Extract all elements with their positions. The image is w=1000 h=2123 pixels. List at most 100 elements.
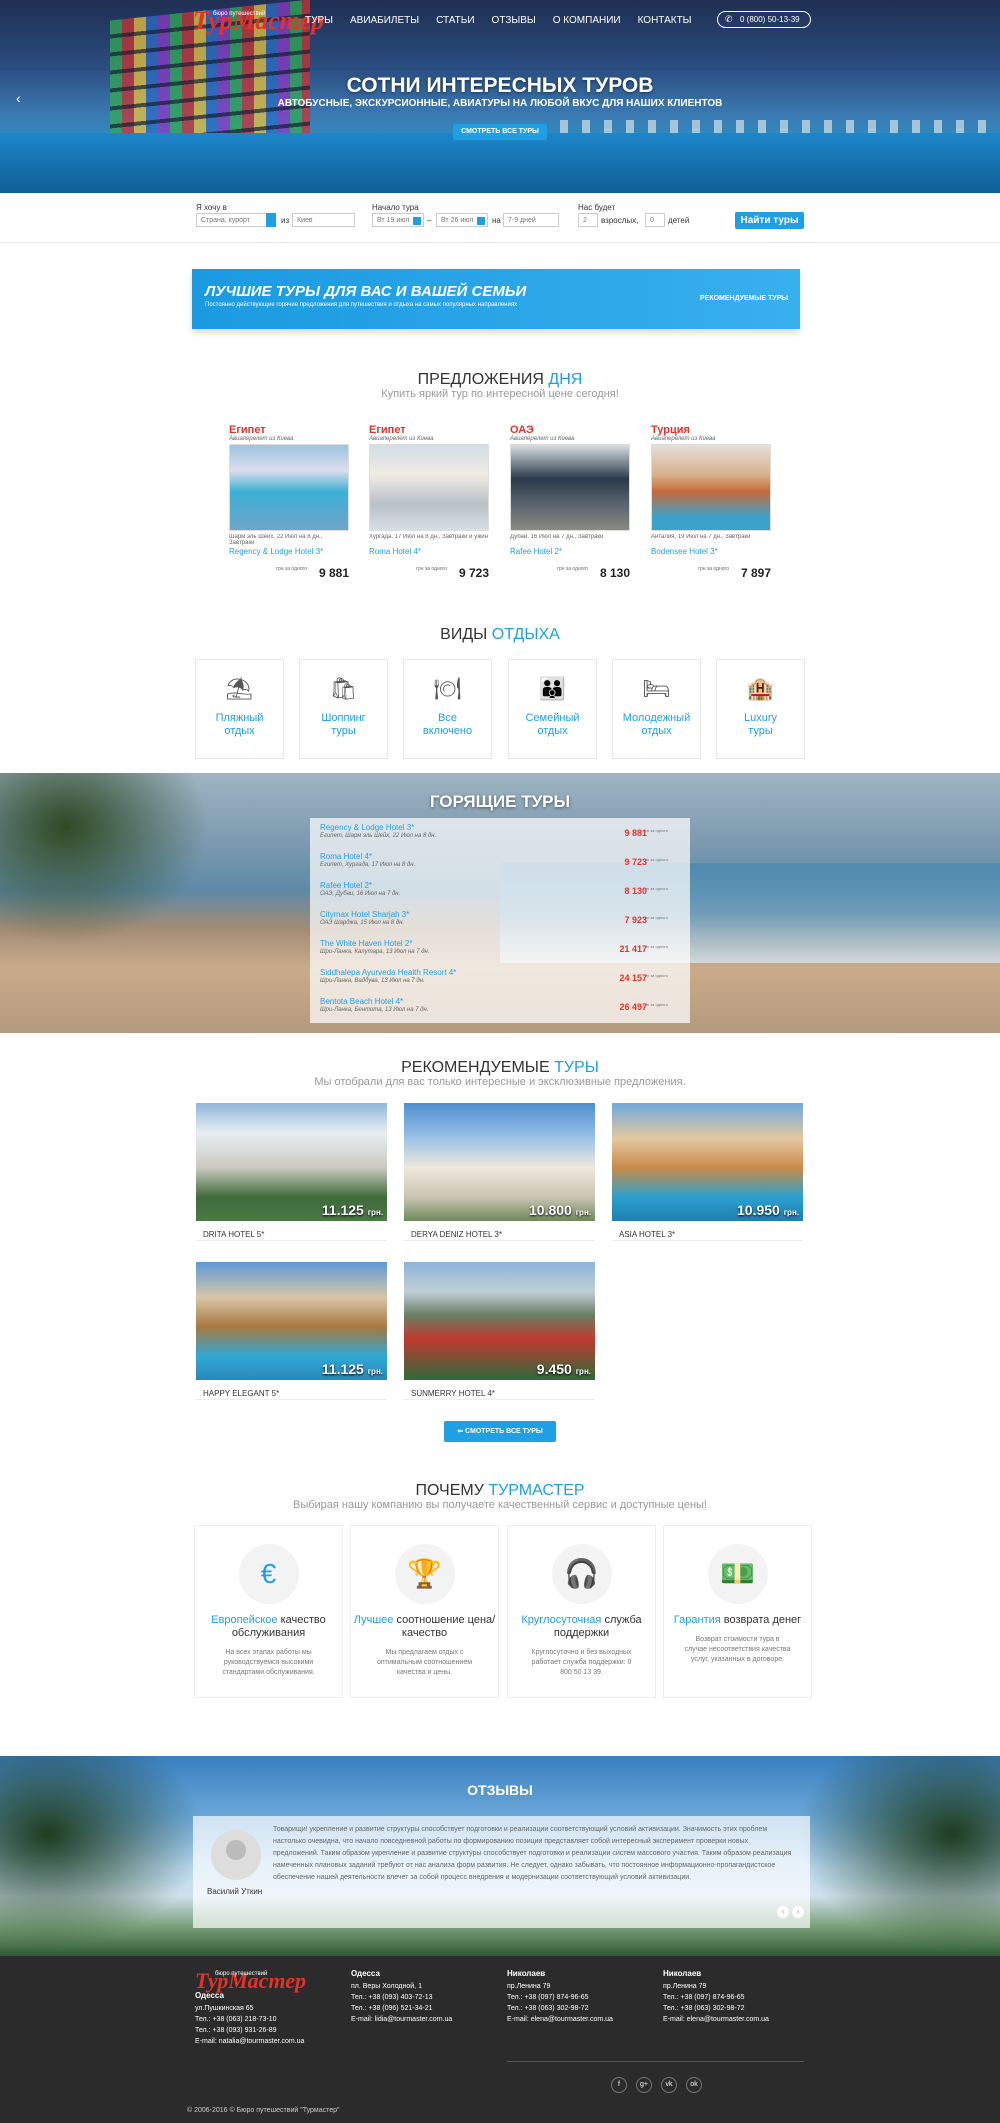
search-bar: Я хочу в Страна, курорт из Киев Начало т… xyxy=(0,193,1000,243)
destination-input[interactable]: Страна, курорт xyxy=(196,213,276,227)
hero-title: СОТНИ ИНТЕРЕСНЫХ ТУРОВ xyxy=(346,74,654,97)
offer-image[interactable] xyxy=(229,444,349,531)
hotel-icon: 🏨 xyxy=(746,676,775,701)
phone-button[interactable]: ✆ 0 (800) 50-13-39 xyxy=(717,11,811,28)
why-card: 🏆 Лучшее соотношение цена/качество Мы пред… xyxy=(350,1525,499,1698)
main-nav: ТУРЫ АВИАБИЛЕТЫ СТАТЬИ ОТЗЫВЫ О КОМПАНИИ… xyxy=(305,15,692,26)
why-card: 🎧 Круглосуточная служба поддержки Круглосу… xyxy=(507,1525,656,1698)
nav-about[interactable]: О КОМПАНИИ xyxy=(553,15,621,26)
offer-card[interactable]: Египет Авиаперелет из Киева Шарм эль Шей… xyxy=(229,424,349,580)
hot-tours-list: Regency & Lodge Hotel 3* Египет, Шарм эль… xyxy=(310,818,690,1023)
nav-flights[interactable]: АВИАБИЛЕТЫ xyxy=(350,15,419,26)
offer-card[interactable]: Турция Авиаперелет из Киева Анталия, 19 … xyxy=(651,424,771,580)
review-author: Василий Уткин xyxy=(207,1887,263,1896)
money-icon: 💵 xyxy=(707,1544,768,1604)
hot-tour-row[interactable]: Siddhalepa Ayurveda Health Resort 4* Шри-… xyxy=(320,968,680,996)
top-navigation: бюро путешествий ТурМастер ТУРЫ АВИАБИЛЕТ… xyxy=(0,0,1000,40)
offer-image[interactable] xyxy=(510,444,630,531)
see-all-tours-button[interactable]: ⇐ СМОТРЕТЬ ВСЕ ТУРЫ xyxy=(444,1421,556,1442)
google-plus-icon[interactable]: g+ xyxy=(636,2077,652,2093)
odnoklassniki-icon[interactable]: ok xyxy=(686,2077,702,2093)
hot-tour-row[interactable]: Citymax Hotel Sharjah 3* ОАЭ Шарджа, 15 И… xyxy=(320,910,680,938)
footer-contacts-odessa-1: Одесса ул.Пушкинская 65 Тел.: +38 (063) 2… xyxy=(195,1991,305,2045)
recommended-card[interactable]: 11.125 грн. DRITA HOTEL 5* xyxy=(196,1103,387,1241)
vk-icon[interactable]: vk xyxy=(661,2077,677,2093)
facebook-icon[interactable]: f xyxy=(611,2077,627,2093)
recommended-card[interactable]: 10.950 грн. ASIA HOTEL 3* xyxy=(612,1103,803,1241)
review-card: Василий Уткин Товарищи! укрепление и раз… xyxy=(193,1816,810,1928)
hero-subtitle: АВТОБУСНЫЕ, ЭКСКУРСИОННЫЕ, АВИАТУРЫ НА Л… xyxy=(277,98,723,109)
beach-icon: ⛱ xyxy=(225,676,254,701)
avatar xyxy=(211,1830,261,1880)
calendar-icon xyxy=(413,217,421,225)
footer-contacts-nikolaev-2: Николаев пр.Ленина 79 Тел.: +38 (097) 874… xyxy=(663,1969,769,2023)
offer-card[interactable]: Египет Авиаперелет из Киева Хургада, 17 … xyxy=(369,424,489,580)
reviews-title: ОТЗЫВЫ xyxy=(467,1782,533,1798)
type-card-all-inclusive[interactable]: 🍽 Все включено xyxy=(403,659,492,759)
duration-select[interactable]: 7-9 дней xyxy=(503,213,559,227)
offer-image[interactable] xyxy=(369,444,489,531)
hotel-image: 9.450 грн. xyxy=(404,1262,595,1380)
euro-icon: € xyxy=(238,1544,299,1604)
footer-contacts-odessa-2: Одесса пл. Веры Холодной, 1 Тел.: +38 (09… xyxy=(351,1969,453,2023)
hot-tour-row[interactable]: Regency & Lodge Hotel 3* Египет, Шарм эль… xyxy=(320,823,680,851)
best-tours-banner[interactable]: ЛУЧШИЕ ТУРЫ ДЛЯ ВАС И ВАШЕЙ СЕМЬИ Постоя… xyxy=(192,269,800,329)
hotel-image: 11.125 грн. xyxy=(196,1103,387,1221)
hot-tour-row[interactable]: Rafee Hotel 2* ОАЭ, Дубаи, 16 Июл на 7 дн… xyxy=(320,881,680,909)
headphones-icon: 🎧 xyxy=(551,1544,612,1604)
hot-tours-title: ГОРЯЩИЕ ТУРЫ xyxy=(429,792,571,811)
hot-tour-row[interactable]: Roma Hotel 4* Египет, Хургада, 17 Июл на … xyxy=(320,852,680,880)
dining-icon: 🍽 xyxy=(433,676,462,701)
footer-contacts-nikolaev-1: Николаев пр.Ленина 79 Тел.: +38 (097) 874… xyxy=(507,1969,613,2023)
trophy-icon: 🏆 xyxy=(394,1544,455,1604)
reviews-section: ОТЗЫВЫ Василий Уткин Товарищи! укреплени… xyxy=(0,1756,1000,1956)
recommended-card[interactable]: 11.125 грн. HAPPY ELEGANT 5* xyxy=(196,1262,387,1400)
recommended-card[interactable]: 9.450 грн. SUNMERRY HOTEL 4* xyxy=(404,1262,595,1400)
type-card-youth[interactable]: 🛏 Молодежный отдых xyxy=(612,659,701,759)
bed-icon: 🛏 xyxy=(642,676,671,701)
from-city-select[interactable]: Киев xyxy=(292,213,355,227)
why-card: € Европейское качество обслуживания На все… xyxy=(194,1525,343,1698)
hero-all-tours-button[interactable]: СМОТРЕТЬ ВСЕ ТУРЫ xyxy=(453,124,547,140)
hero-section: бюро путешествий ТурМастер ТУРЫ АВИАБИЛЕТ… xyxy=(0,0,1000,193)
kids-select[interactable]: 0 xyxy=(645,213,665,227)
recommended-title: РЕКОМЕНДУЕМЫЕ ТУРЫ xyxy=(401,1059,599,1076)
nav-articles[interactable]: СТАТЬИ xyxy=(436,15,474,26)
hotel-image: 11.125 грн. xyxy=(196,1262,387,1380)
hot-tour-row[interactable]: The White Haven Hotel 2* Шри-Ланка, Калут… xyxy=(320,939,680,967)
recommended-subtitle: Мы отобрали для вас только интересные и … xyxy=(314,1076,686,1088)
nav-reviews[interactable]: ОТЗЫВЫ xyxy=(492,15,536,26)
nav-contacts[interactable]: КОНТАКТЫ xyxy=(638,15,692,26)
hot-tours-section: ГОРЯЩИЕ ТУРЫ Regency & Lodge Hotel 3* Еги… xyxy=(0,773,1000,1033)
hotel-image: 10.800 грн. xyxy=(404,1103,595,1221)
footer-logo[interactable]: бюро путешествий ТурМастер xyxy=(195,1970,306,1992)
footer: бюро путешествий ТурМастер Одесса ул.Пушк… xyxy=(0,1956,1000,2123)
review-next-icon[interactable]: › xyxy=(792,1906,804,1918)
family-icon: 👪 xyxy=(538,676,567,701)
date-to-input[interactable]: Вт 26 июл xyxy=(436,213,488,227)
offer-image[interactable] xyxy=(651,444,771,531)
destination-dropdown-icon[interactable] xyxy=(266,213,276,227)
date-from-input[interactable]: Вт 19 июл xyxy=(372,213,424,227)
phone-icon: ✆ xyxy=(725,14,733,24)
adults-select[interactable]: 2 xyxy=(578,213,598,227)
review-prev-icon[interactable]: ‹ xyxy=(777,1906,789,1918)
nav-tours[interactable]: ТУРЫ xyxy=(305,15,333,26)
calendar-icon xyxy=(477,217,485,225)
type-card-beach[interactable]: ⛱ Пляжный отдых xyxy=(195,659,284,759)
recommended-card[interactable]: 10.800 грн. DERYA DENIZ HOTEL 3* xyxy=(404,1103,595,1241)
why-card: 💵 Гарантия возврата денег Возврат стоимост… xyxy=(663,1525,812,1698)
hot-tour-row[interactable]: Bentota Beach Hotel 4* Шри-Ланка, Бентота… xyxy=(320,997,680,1025)
type-card-shopping[interactable]: 🛍 Шоппинг туры xyxy=(299,659,388,759)
copyright: © 2006-2016 © Бюро путешествий "Турмасте… xyxy=(187,2107,340,2114)
hotel-image: 10.950 грн. xyxy=(612,1103,803,1221)
offer-card[interactable]: ОАЭ Авиаперелет из Киева Дубаи, 16 Июл н… xyxy=(510,424,630,580)
offers-subtitle: Купить яркий тур по интересной цене сего… xyxy=(381,388,619,400)
types-title: ВИДЫ ОТДЫХА xyxy=(440,626,560,643)
why-title: ПОЧЕМУ ТУРМАСТЕР xyxy=(415,1482,585,1499)
type-card-family[interactable]: 👪 Семейный отдых xyxy=(508,659,597,759)
type-card-luxury[interactable]: 🏨 Luxury туры xyxy=(716,659,805,759)
find-tours-button[interactable]: Найти туры xyxy=(735,212,804,229)
review-text: Товарищи! укрепление и развитие структур… xyxy=(273,1826,792,1881)
offers-title: ПРЕДЛОЖЕНИЯ ДНЯ xyxy=(417,371,583,388)
